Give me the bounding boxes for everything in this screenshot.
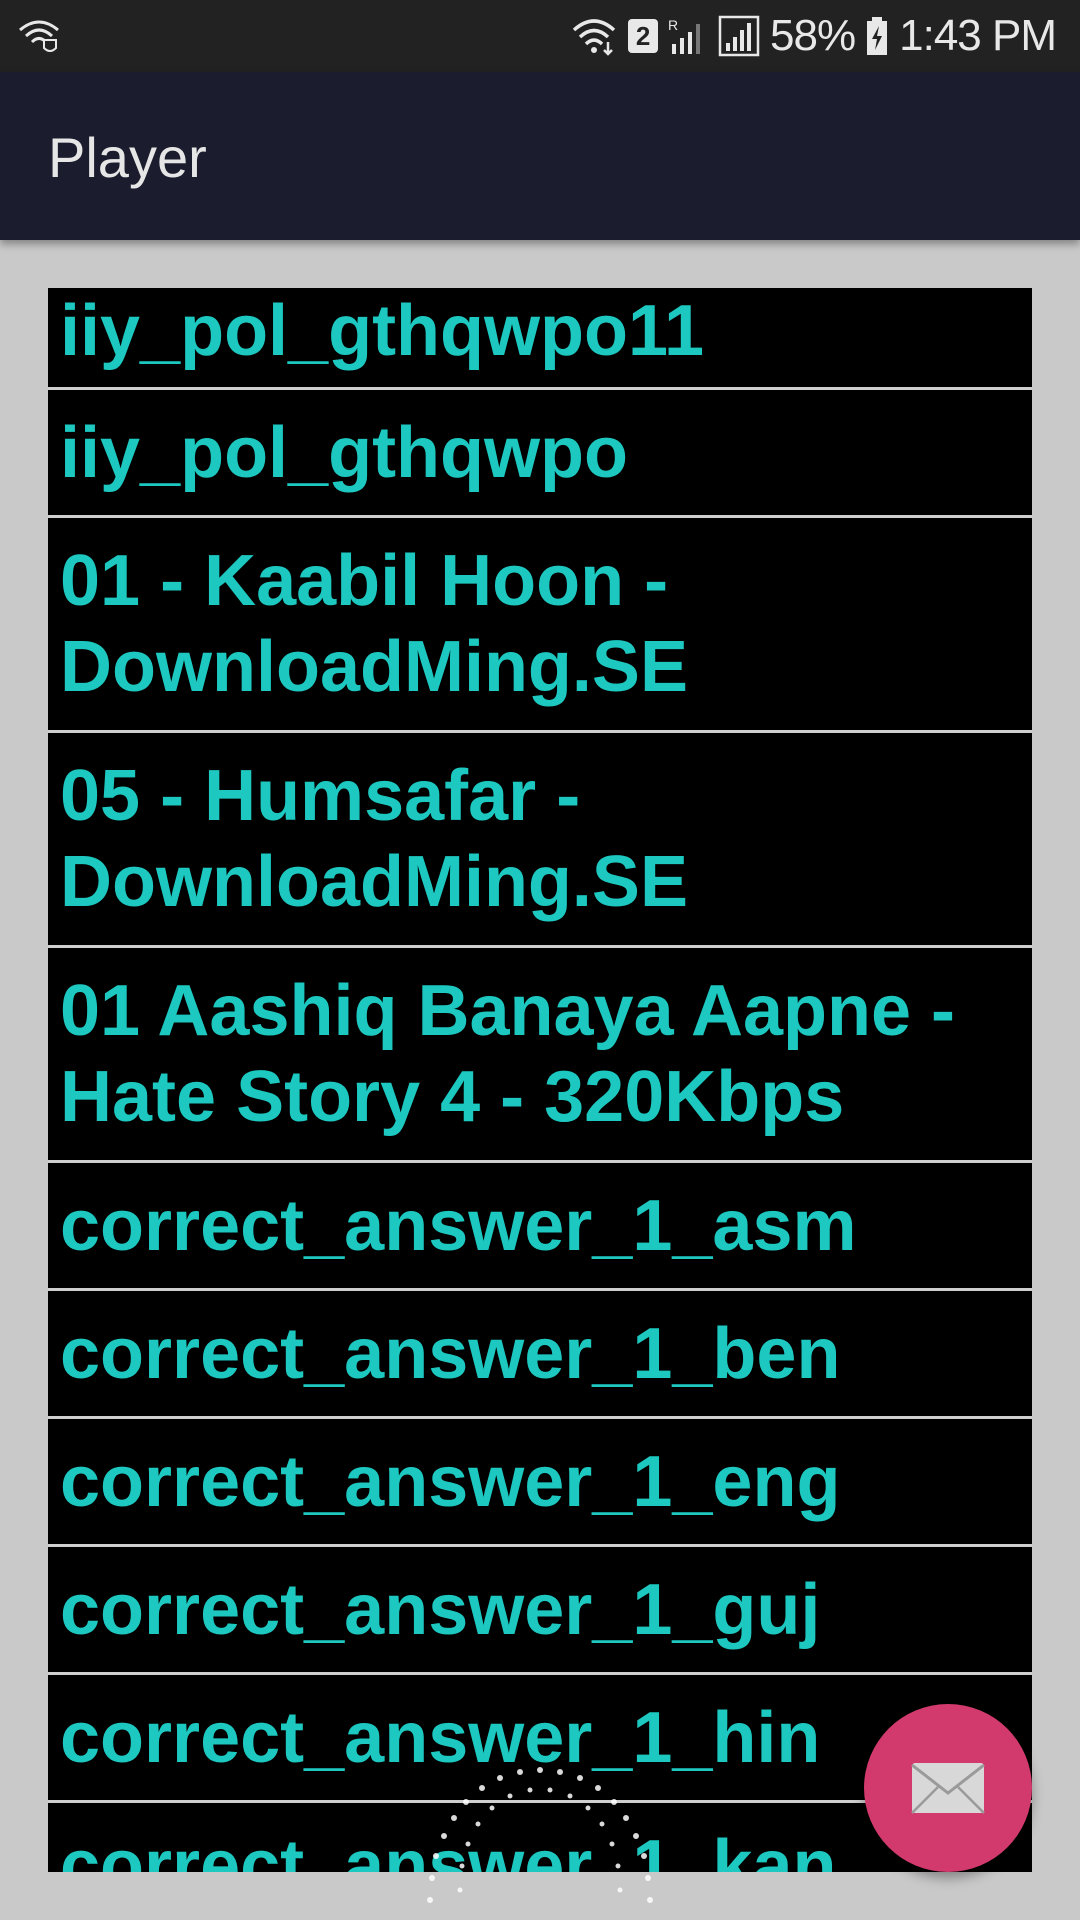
svg-text:R: R (668, 17, 678, 33)
list-item[interactable]: correct_answer_1_guj (48, 1547, 1032, 1675)
list-item[interactable]: correct_answer_1_ben (48, 1291, 1032, 1419)
list-item[interactable]: 01 Aashiq Banaya Aapne - Hate Story 4 - … (48, 948, 1032, 1163)
battery-percent: 58% (770, 11, 856, 60)
sim-icon: 2 (628, 19, 659, 53)
list-item[interactable]: 01 - Kaabil Hoon - DownloadMing.SE (48, 518, 1032, 733)
signal-roaming-icon: R (668, 17, 701, 54)
song-title: iiy_pol_gthqwpo (60, 412, 628, 493)
song-title: 01 - Kaabil Hoon - DownloadMing.SE (60, 541, 689, 707)
list-item[interactable]: correct_answer_1_eng (48, 1419, 1032, 1547)
song-title: correct_answer_1_kan (60, 1826, 837, 1872)
list-item[interactable]: 05 - Humsafar - DownloadMing.SE (48, 733, 1032, 948)
signal-icon (718, 15, 760, 57)
status-icons: 2 R 58% 1:43 PM (570, 0, 1057, 72)
wifi-icon (572, 19, 616, 56)
song-title: 01 Aashiq Banaya Aapne - Hate Story 4 - … (60, 971, 975, 1137)
song-title: iiy_pol_gthqwpo11 (60, 291, 705, 371)
song-title: 05 - Humsafar - DownloadMing.SE (60, 756, 688, 922)
app-bar: Player (0, 72, 1080, 240)
wifi-shield-icon (19, 20, 59, 52)
song-title: correct_answer_1_ben (60, 1313, 841, 1394)
list-item[interactable]: iiy_pol_gthqwpo11 (48, 288, 1032, 390)
song-title: correct_answer_1_guj (60, 1569, 821, 1650)
list-item[interactable]: iiy_pol_gthqwpo (48, 390, 1032, 518)
battery-charging-icon (867, 17, 888, 55)
song-title: correct_answer_1_hin (60, 1697, 821, 1778)
mail-icon (911, 1763, 985, 1814)
clock: 1:43 PM (899, 11, 1057, 60)
list-item[interactable]: correct_answer_1_asm (48, 1163, 1032, 1291)
mail-button[interactable] (864, 1704, 1032, 1872)
status-bar: 2 R 58% 1:43 PM (0, 0, 1080, 72)
page-title: Player (48, 126, 207, 189)
song-title: correct_answer_1_eng (60, 1441, 841, 1522)
song-title: correct_answer_1_asm (60, 1185, 857, 1266)
song-list[interactable]: iiy_pol_gthqwpo11 iiy_pol_gthqwpo 01 - K… (48, 288, 1032, 1872)
